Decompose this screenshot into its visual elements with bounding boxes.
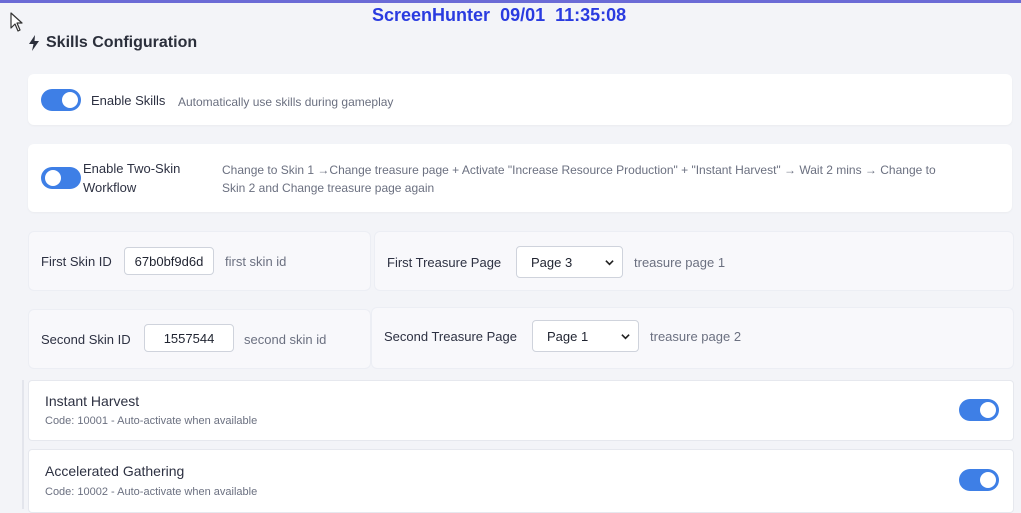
window-top-border	[0, 0, 1021, 3]
second-treasure-panel: Second Treasure Page Page 1 treasure pag…	[371, 307, 1014, 369]
bolt-icon	[29, 35, 39, 51]
skill-card-accelerated-gathering: Accelerated Gathering Code: 10002 - Auto…	[28, 449, 1014, 513]
second-skin-label: Second Skin ID	[41, 332, 131, 347]
enable-skills-panel: Enable Skills Automatically use skills d…	[28, 74, 1012, 125]
skills-list-left-rule	[22, 380, 24, 509]
two-skin-description-line1: Change to Skin 1 →Change treasure page +…	[222, 163, 936, 177]
two-skin-label-line2: Workflow	[83, 180, 137, 195]
toggle-knob	[980, 402, 996, 418]
toggle-knob	[980, 472, 996, 488]
section-title-text: Skills Configuration	[46, 34, 198, 51]
first-skin-panel: First Skin ID 67b0bf9d6d first skin id	[28, 231, 371, 291]
skill-name: Instant Harvest	[45, 393, 140, 409]
second-treasure-selected: Page 1	[547, 328, 589, 344]
second-skin-panel: Second Skin ID 1557544 second skin id	[28, 309, 371, 369]
skill-card-instant-harvest: Instant Harvest Code: 10001 - Auto-activ…	[28, 380, 1014, 441]
section-title: Skills Configuration	[28, 34, 197, 52]
mouse-cursor-icon	[10, 12, 23, 32]
skill-name: Accelerated Gathering	[45, 463, 185, 479]
toggle-knob	[45, 170, 61, 186]
first-skin-label: First Skin ID	[41, 254, 112, 269]
first-skin-input[interactable]: 67b0bf9d6d	[124, 247, 214, 275]
chevron-down-icon	[621, 334, 630, 340]
instant-harvest-toggle[interactable]	[959, 399, 999, 421]
two-skin-panel: Enable Two-Skin Workflow Change to Skin …	[28, 144, 1012, 212]
second-treasure-hint: treasure page 2	[650, 329, 742, 344]
second-skin-input[interactable]: 1557544	[144, 324, 234, 352]
second-treasure-select[interactable]: Page 1	[532, 320, 639, 352]
first-treasure-panel: First Treasure Page Page 3 treasure page…	[374, 231, 1014, 291]
first-treasure-selected: Page 3	[531, 254, 573, 270]
toggle-knob	[62, 92, 78, 108]
two-skin-description-line2: Skin 2 and Change treasure page again	[222, 181, 435, 195]
first-treasure-label: First Treasure Page	[387, 255, 502, 270]
first-treasure-select[interactable]: Page 3	[516, 246, 623, 278]
skill-code: Code: 10001 - Auto-activate when availab…	[45, 415, 258, 427]
two-skin-label-line1: Enable Two-Skin	[83, 161, 181, 176]
two-skin-toggle[interactable]	[41, 167, 81, 189]
enable-skills-label: Enable Skills	[91, 93, 166, 108]
first-treasure-hint: treasure page 1	[634, 255, 726, 270]
enable-skills-description: Automatically use skills during gameplay	[178, 95, 394, 109]
first-skin-hint: first skin id	[225, 254, 287, 269]
second-treasure-label: Second Treasure Page	[384, 329, 517, 344]
accelerated-gathering-toggle[interactable]	[959, 469, 999, 491]
screenhunter-watermark: ScreenHunter 09/01 11:35:08	[372, 5, 627, 25]
second-skin-hint: second skin id	[244, 332, 327, 347]
skill-code: Code: 10002 - Auto-activate when availab…	[45, 486, 258, 498]
enable-skills-toggle[interactable]	[41, 89, 81, 111]
chevron-down-icon	[605, 260, 614, 266]
